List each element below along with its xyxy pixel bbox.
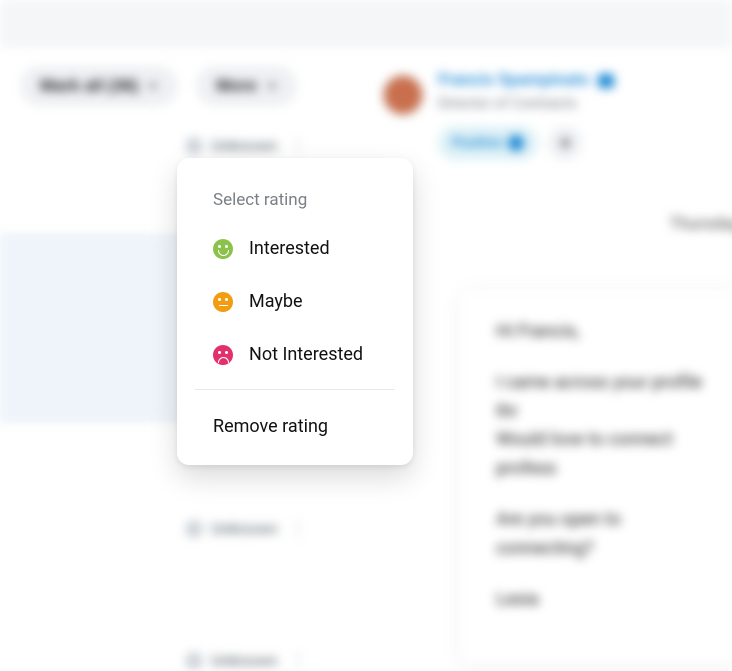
option-label: Maybe (249, 291, 303, 312)
contact-title: Director of Contracts (438, 94, 614, 112)
kebab-icon[interactable]: ⋮ (289, 135, 307, 156)
linkedin-icon[interactable] (598, 74, 614, 88)
kebab-icon[interactable]: ⋮ (289, 650, 307, 671)
smile-icon (213, 239, 233, 259)
frown-icon (213, 345, 233, 365)
avatar[interactable] (382, 74, 424, 116)
tag-row: Positive + (438, 126, 614, 160)
option-label: Interested (249, 238, 330, 259)
rating-option-not-interested[interactable]: Not Interested (177, 328, 413, 381)
contact-panel: Francis Spampinato Director of Contracts… (370, 60, 732, 160)
unknown-icon (185, 652, 203, 670)
unknown-icon (185, 520, 203, 538)
top-bar (0, 0, 732, 48)
more-label: More (216, 76, 257, 96)
kebab-icon[interactable]: ⋮ (289, 518, 307, 539)
more-button[interactable]: More (196, 66, 297, 106)
rating-badge[interactable]: Unknown ⋮ (185, 518, 307, 539)
neutral-face-icon (213, 292, 233, 312)
close-icon[interactable] (508, 135, 524, 151)
message-signature: Lesia (496, 586, 706, 615)
remove-rating[interactable]: Remove rating (177, 398, 413, 461)
rating-badge[interactable]: Unknown ⋮ (185, 650, 307, 671)
mark-all-button[interactable]: Mark all (36) (20, 66, 178, 106)
message-line: Would love to connect profess (496, 429, 673, 479)
add-tag-button[interactable]: + (548, 126, 582, 160)
dropdown-title: Select rating (177, 178, 413, 222)
rating-label: Unknown (211, 519, 277, 538)
rating-option-interested[interactable]: Interested (177, 222, 413, 275)
rating-badge[interactable]: Unknown ⋮ (185, 135, 307, 156)
message-greeting: Hi Francis, (496, 318, 706, 347)
message-line: I came across your profile thr (496, 372, 702, 422)
rating-option-maybe[interactable]: Maybe (177, 275, 413, 328)
unknown-icon (185, 137, 203, 155)
divider (195, 389, 395, 390)
contact-header: Francis Spampinato Director of Contracts… (370, 60, 732, 160)
option-label: Not Interested (249, 344, 363, 365)
chevron-down-icon (267, 84, 277, 89)
rating-label: Unknown (211, 136, 277, 155)
day-label-thursday: Thursday, (669, 214, 732, 234)
rating-dropdown: Select rating Interested Maybe Not Inter… (177, 158, 413, 465)
contact-name[interactable]: Francis Spampinato (438, 70, 614, 90)
message-line: Are you open to connecting? (496, 506, 706, 564)
mark-all-label: Mark all (36) (40, 76, 138, 96)
option-label: Remove rating (213, 416, 328, 437)
rating-label: Unknown (211, 651, 277, 670)
tag-positive[interactable]: Positive (438, 126, 538, 160)
message-card: Hi Francis, I came across your profile t… (460, 290, 732, 664)
chevron-down-icon (148, 84, 158, 89)
